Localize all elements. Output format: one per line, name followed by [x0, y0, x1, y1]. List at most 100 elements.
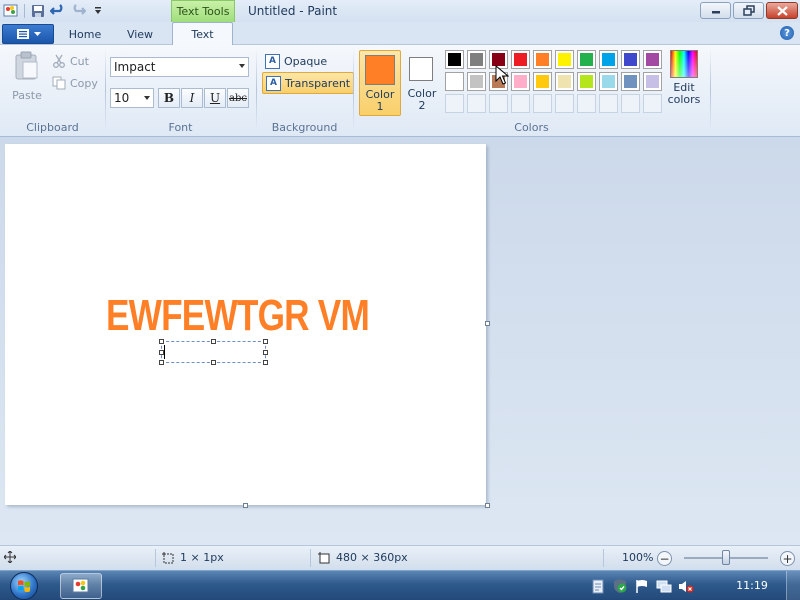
palette-swatch[interactable] [467, 50, 486, 69]
palette-swatch[interactable] [621, 50, 640, 69]
zoom-in-button[interactable]: + [780, 551, 795, 566]
bold-button[interactable]: B [158, 88, 180, 108]
textbox-handle[interactable] [263, 360, 268, 365]
palette-swatch[interactable] [643, 72, 662, 91]
tab-home[interactable]: Home [62, 24, 108, 45]
palette-swatch[interactable] [445, 50, 464, 69]
paint-app-icon[interactable] [2, 2, 20, 20]
security-shield-icon[interactable] [612, 578, 628, 594]
save-icon[interactable] [29, 2, 47, 20]
palette-swatch-fill [536, 75, 549, 88]
palette-empty-slot[interactable] [445, 94, 464, 113]
palette-empty-slot[interactable] [533, 94, 552, 113]
transparent-button[interactable]: A Transparent [262, 72, 355, 94]
text-tools-context-tab: Text Tools [171, 0, 235, 22]
palette-swatch[interactable] [643, 50, 662, 69]
textbox-handle[interactable] [159, 339, 164, 344]
palette-empty-slot[interactable] [577, 94, 596, 113]
palette-empty-slot[interactable] [489, 94, 508, 113]
palette-swatch[interactable] [533, 50, 552, 69]
palette-swatch[interactable] [577, 72, 596, 91]
drawing-canvas[interactable]: EWFEWTGR VM [5, 144, 486, 505]
textbox-handle[interactable] [211, 360, 216, 365]
palette-swatch[interactable] [599, 72, 618, 91]
strikethrough-button[interactable]: abc [227, 88, 249, 108]
textbox-handle[interactable] [159, 360, 164, 365]
taskbar-paint-button[interactable] [60, 573, 102, 599]
canvas-size-value: 480 × 360px [336, 551, 408, 564]
canvas-workspace[interactable]: EWFEWTGR VM [0, 137, 800, 545]
taskbar-clock[interactable]: 11:19 [730, 579, 774, 592]
palette-swatch-fill [580, 53, 593, 66]
textbox-handle[interactable] [211, 339, 216, 344]
qat-separator [24, 4, 25, 18]
palette-swatch-fill [646, 53, 659, 66]
tab-view[interactable]: View [118, 24, 162, 45]
textbox-handle[interactable] [263, 339, 268, 344]
palette-swatch[interactable] [599, 50, 618, 69]
network-icon[interactable] [656, 578, 672, 594]
minimize-button[interactable] [700, 2, 731, 19]
chevron-down-icon [239, 64, 245, 68]
palette-swatch[interactable] [555, 50, 574, 69]
color1-swatch [365, 55, 395, 85]
show-desktop-button[interactable] [786, 571, 800, 600]
palette-swatch[interactable] [533, 72, 552, 91]
status-bar: 1 × 1px 480 × 360px 100% − + [0, 545, 800, 570]
close-button[interactable] [766, 2, 798, 19]
palette-swatch[interactable] [621, 72, 640, 91]
palette-swatch[interactable] [511, 50, 530, 69]
palette-swatch[interactable] [511, 72, 530, 91]
font-family-dropdown[interactable]: Impact [110, 57, 249, 77]
canvas-resize-handle-bottom[interactable] [243, 503, 248, 508]
palette-empty-slot[interactable] [599, 94, 618, 113]
restore-button[interactable] [733, 2, 764, 19]
color2-button[interactable]: Color 2 [404, 50, 440, 116]
undo-icon[interactable] [49, 2, 67, 20]
cursor-position [4, 551, 16, 563]
zoom-level: 100% [622, 551, 654, 564]
edit-colors-button[interactable]: Edit colors [665, 50, 703, 116]
help-icon[interactable]: ? [780, 26, 794, 40]
canvas-resize-handle-corner[interactable] [485, 503, 490, 508]
italic-button[interactable]: I [181, 88, 203, 108]
canvas-resize-handle-right[interactable] [485, 321, 490, 326]
document-icon[interactable] [590, 578, 606, 594]
text-input-box[interactable] [159, 339, 268, 365]
palette-empty-slot[interactable] [511, 94, 530, 113]
palette-empty-slot[interactable] [467, 94, 486, 113]
status-separator [155, 549, 156, 567]
redo-icon[interactable] [69, 2, 87, 20]
font-size-dropdown[interactable]: 10 [110, 88, 154, 108]
zoom-out-button[interactable]: − [657, 551, 672, 566]
edit-colors-label-line2: colors [667, 93, 701, 106]
palette-swatch-fill [602, 75, 615, 88]
application-menu-button[interactable] [2, 24, 54, 44]
palette-swatch[interactable] [467, 72, 486, 91]
color1-button[interactable]: Color 1 [359, 50, 401, 116]
start-button[interactable] [6, 571, 42, 600]
palette-swatch[interactable] [555, 72, 574, 91]
underline-button[interactable]: U [204, 88, 226, 108]
selection-icon [162, 551, 174, 563]
textbox-handle[interactable] [263, 350, 268, 355]
windows-logo-icon [10, 572, 38, 600]
palette-swatch-fill [646, 75, 659, 88]
tab-text[interactable]: Text [172, 22, 233, 46]
palette-swatch[interactable] [445, 72, 464, 91]
colors-group-label: Colors [514, 121, 549, 134]
ribbon-tab-row: Home View ? [0, 22, 800, 45]
opaque-button[interactable]: A Opaque [262, 50, 330, 72]
customize-qat-icon[interactable] [89, 2, 107, 20]
palette-empty-slot[interactable] [643, 94, 662, 113]
palette-swatch-fill [558, 53, 571, 66]
palette-empty-slot[interactable] [621, 94, 640, 113]
palette-empty-slot[interactable] [555, 94, 574, 113]
zoom-slider-thumb[interactable] [722, 550, 730, 565]
palette-swatch[interactable] [577, 50, 596, 69]
ribbon: Paste Cut Copy Clipboard Impact 10 B I U… [0, 45, 800, 137]
move-cursor-icon [4, 551, 16, 563]
transparent-icon: A [266, 75, 281, 91]
action-center-flag-icon[interactable] [634, 578, 650, 594]
volume-muted-icon[interactable] [678, 578, 694, 594]
